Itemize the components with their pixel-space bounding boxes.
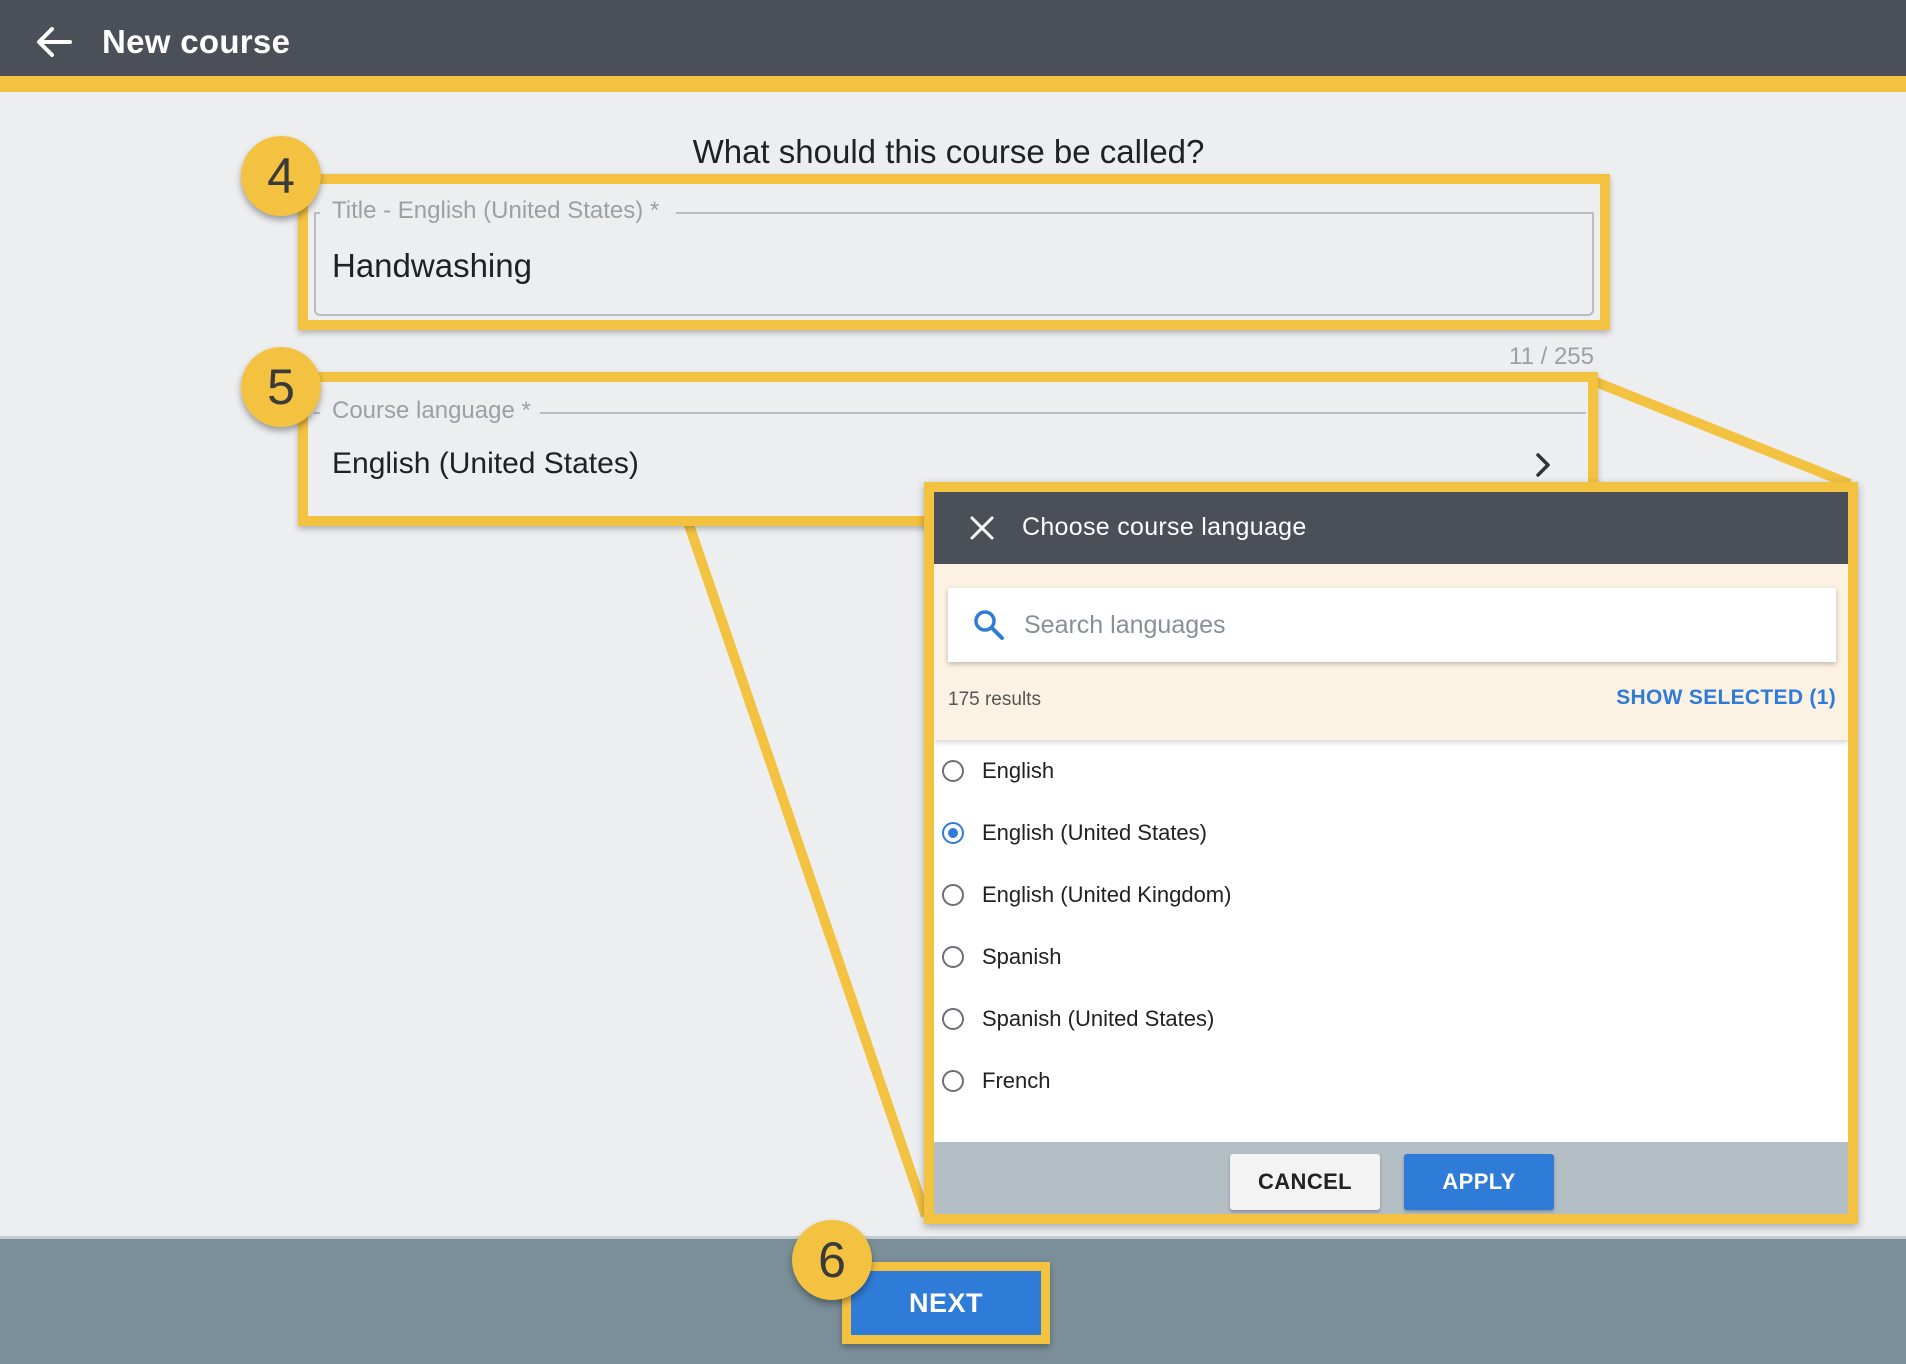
cancel-button[interactable]: CANCEL — [1230, 1154, 1380, 1210]
language-radio[interactable] — [942, 1070, 964, 1092]
language-radio-selected[interactable] — [942, 822, 964, 844]
language-option-label: Spanish (United States) — [982, 1006, 1215, 1031]
language-field-label: Course language * — [332, 397, 531, 424]
language-radio[interactable] — [942, 760, 964, 782]
language-field-border — [314, 412, 320, 414]
step-badge-6: 6 — [792, 1220, 872, 1300]
next-button-callout-frame: NEXT — [842, 1262, 1050, 1344]
dialog-footer: CANCEL APPLY — [934, 1142, 1848, 1214]
choose-language-dialog: Choose course language 175 results SHOW … — [924, 482, 1858, 1224]
dialog-title: Choose course language — [1022, 513, 1307, 541]
header-accent-bar — [0, 76, 1906, 92]
show-selected-link[interactable]: SHOW SELECTED (1) — [1584, 684, 1836, 712]
language-option-english-us[interactable]: English (United States) — [934, 812, 1848, 874]
language-option-english-uk[interactable]: English (United Kingdom) — [934, 874, 1848, 936]
dialog-header: Choose course language — [934, 492, 1848, 564]
title-char-counter: 11 / 255 — [1509, 343, 1594, 370]
close-icon[interactable] — [968, 514, 996, 542]
title-field-border — [676, 212, 1594, 214]
page-title: New course — [102, 23, 291, 60]
results-count: 175 results — [948, 689, 1041, 710]
language-option-label: French — [982, 1068, 1051, 1093]
language-option-english[interactable]: English — [934, 750, 1848, 812]
title-field-label: Title - English (United States) * — [332, 197, 660, 224]
language-radio[interactable] — [942, 884, 964, 906]
language-radio[interactable] — [942, 946, 964, 968]
arrow-left-icon[interactable] — [34, 20, 74, 64]
language-option-label: English — [982, 758, 1055, 783]
language-option-spanish[interactable]: Spanish — [934, 936, 1848, 998]
language-option-french[interactable]: French — [934, 1060, 1848, 1122]
language-option-spanish-us[interactable]: Spanish (United States) — [934, 998, 1848, 1060]
search-languages-input[interactable] — [1024, 602, 1804, 648]
language-field-value[interactable]: English (United States) — [332, 444, 639, 484]
chevron-right-icon[interactable] — [1524, 450, 1560, 480]
search-icon — [972, 608, 1006, 642]
apply-button[interactable]: APPLY — [1404, 1154, 1554, 1210]
step-badge-5: 5 — [241, 347, 321, 427]
next-button[interactable]: NEXT — [851, 1271, 1041, 1335]
dialog-search-area: 175 results SHOW SELECTED (1) — [934, 564, 1848, 740]
search-box[interactable] — [948, 588, 1836, 662]
language-option-label: English (United States) — [982, 820, 1207, 845]
language-field-border — [540, 412, 1586, 414]
language-option-label: Spanish — [982, 944, 1062, 969]
title-field-border — [314, 212, 320, 214]
step-badge-4: 4 — [241, 136, 321, 216]
language-radio[interactable] — [942, 1008, 964, 1030]
title-field-value[interactable]: Handwashing — [332, 244, 532, 288]
language-option-label: English (United Kingdom) — [982, 882, 1232, 907]
